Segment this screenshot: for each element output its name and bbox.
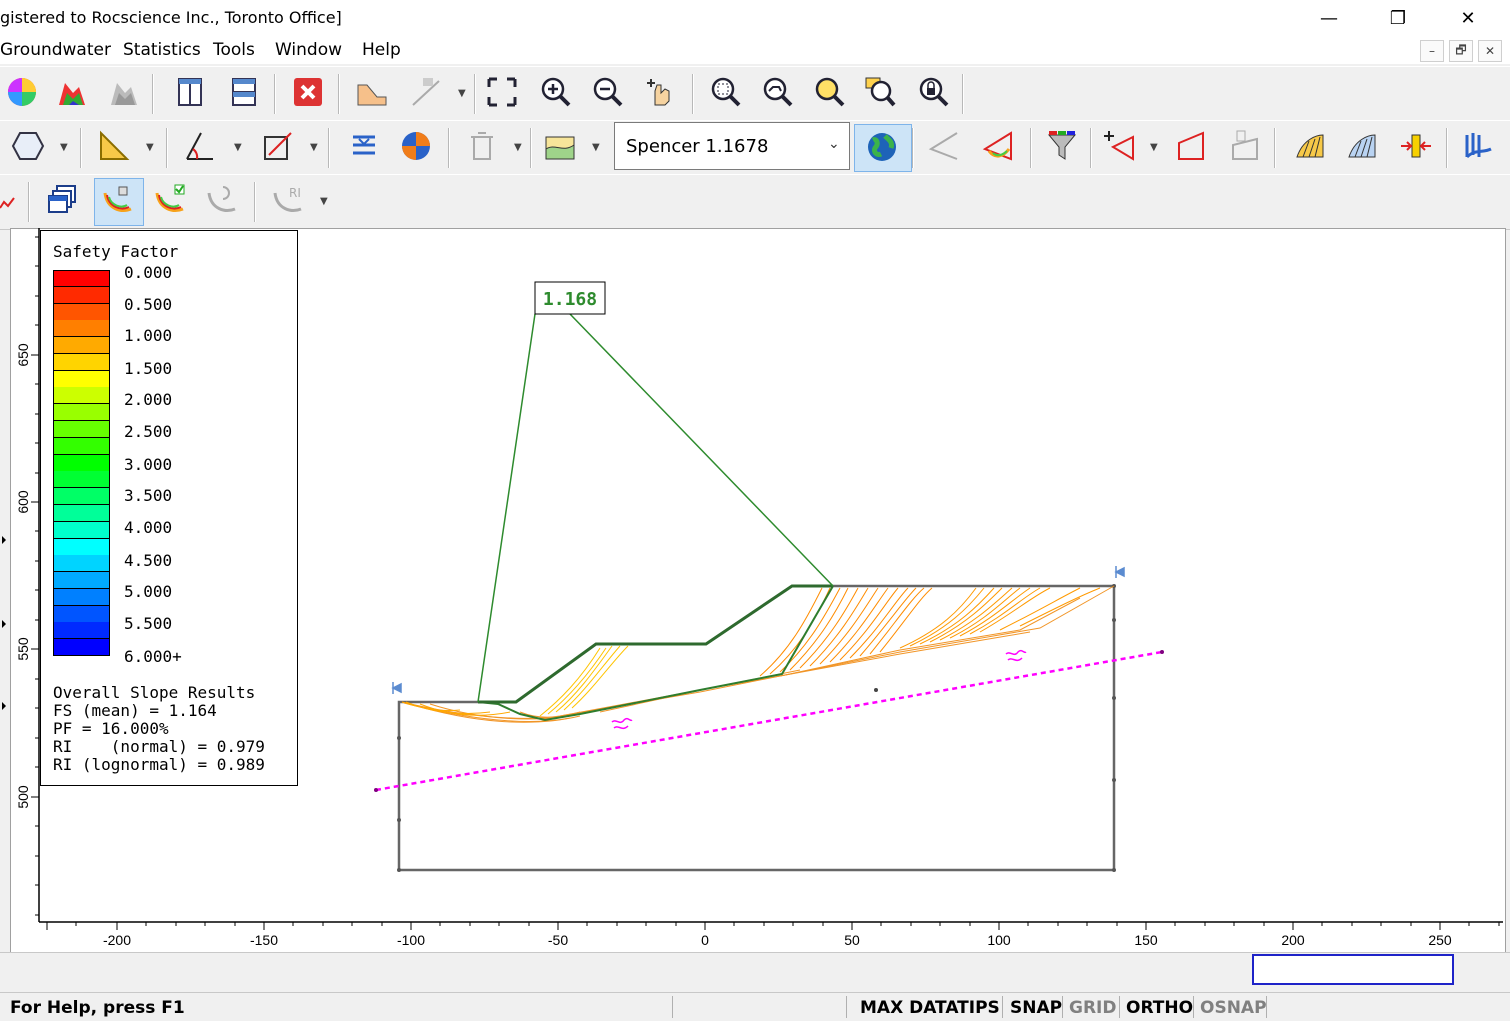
status-help-text: For Help, press F1: [10, 998, 185, 1018]
grid-toggle[interactable]: GRID: [1069, 998, 1116, 1018]
y-tick-label: 650: [15, 343, 31, 367]
x-tick-label: -150: [250, 932, 278, 948]
legend-swatch: [53, 488, 110, 506]
status-bar: [0, 992, 1510, 1021]
result-pf: PF = 16.000%: [53, 719, 169, 738]
legend-swatch: [53, 387, 110, 405]
x-tick-label: 50: [844, 932, 860, 948]
x-tick-label: 100: [987, 932, 1011, 948]
x-tick-label: 0: [701, 932, 709, 948]
legend-swatch: [53, 337, 110, 355]
legend-swatch: [53, 622, 110, 640]
legend-label: 2.500: [124, 422, 173, 441]
x-tick-label: -200: [103, 932, 131, 948]
legend-swatch: [53, 454, 110, 472]
result-ri-normal: RI (normal) = 0.979: [53, 737, 265, 756]
legend-label: 5.000: [124, 582, 173, 601]
legend-label: 6.000+: [124, 647, 182, 666]
legend-label: 5.500: [124, 614, 173, 633]
coordinate-input[interactable]: [1252, 954, 1454, 985]
y-tick-label: 500: [15, 785, 31, 809]
legend-label: 1.500: [124, 359, 173, 378]
legend-swatch: [53, 588, 110, 606]
legend-swatch: [53, 320, 110, 338]
osnap-toggle[interactable]: OSNAP: [1200, 998, 1267, 1018]
legend-label: 2.000: [124, 390, 173, 409]
legend-title: Safety Factor: [53, 242, 179, 261]
legend-swatch: [53, 404, 110, 422]
legend-swatch: [53, 437, 110, 455]
min-fs-label: 1.168: [543, 289, 597, 310]
legend-swatch: [53, 421, 110, 439]
y-tick-label: 600: [15, 490, 31, 514]
snap-toggle[interactable]: SNAP: [1010, 998, 1062, 1018]
x-tick-label: 200: [1281, 932, 1305, 948]
y-tick-label: 550: [15, 637, 31, 661]
legend-swatch: [53, 353, 110, 371]
ortho-toggle[interactable]: ORTHO: [1126, 998, 1193, 1018]
legend-label: 1.000: [124, 326, 173, 345]
overall-results-title: Overall Slope Results: [53, 683, 256, 702]
legend-label: 3.000: [124, 455, 173, 474]
x-tick-label: 250: [1428, 932, 1452, 948]
result-ri-lognormal: RI (lognormal) = 0.989: [53, 755, 265, 774]
legend-swatch: [53, 471, 110, 489]
x-tick-label: -50: [548, 932, 568, 948]
legend-swatch: [53, 538, 110, 556]
legend-swatch: [53, 286, 110, 304]
legend-swatch: [53, 521, 110, 539]
legend-label: 4.500: [124, 551, 173, 570]
legend-swatch: [53, 270, 110, 287]
x-tick-label: 150: [1134, 932, 1158, 948]
legend-swatch: [53, 639, 110, 657]
legend-swatch: [53, 504, 110, 522]
legend-swatch: [53, 555, 110, 573]
max-datatips-toggle[interactable]: MAX DATATIPS: [860, 998, 1000, 1018]
legend-swatch: [53, 572, 110, 590]
x-tick-label: -100: [397, 932, 425, 948]
legend-label: 4.000: [124, 518, 173, 537]
legend-swatch: [53, 605, 110, 623]
legend-swatch: [53, 370, 110, 388]
legend-label: 0.500: [124, 295, 173, 314]
result-fs-mean: FS (mean) = 1.164: [53, 701, 217, 720]
legend-label: 0.000: [124, 263, 173, 282]
legend-swatch: [53, 303, 110, 321]
legend-label: 3.500: [124, 486, 173, 505]
